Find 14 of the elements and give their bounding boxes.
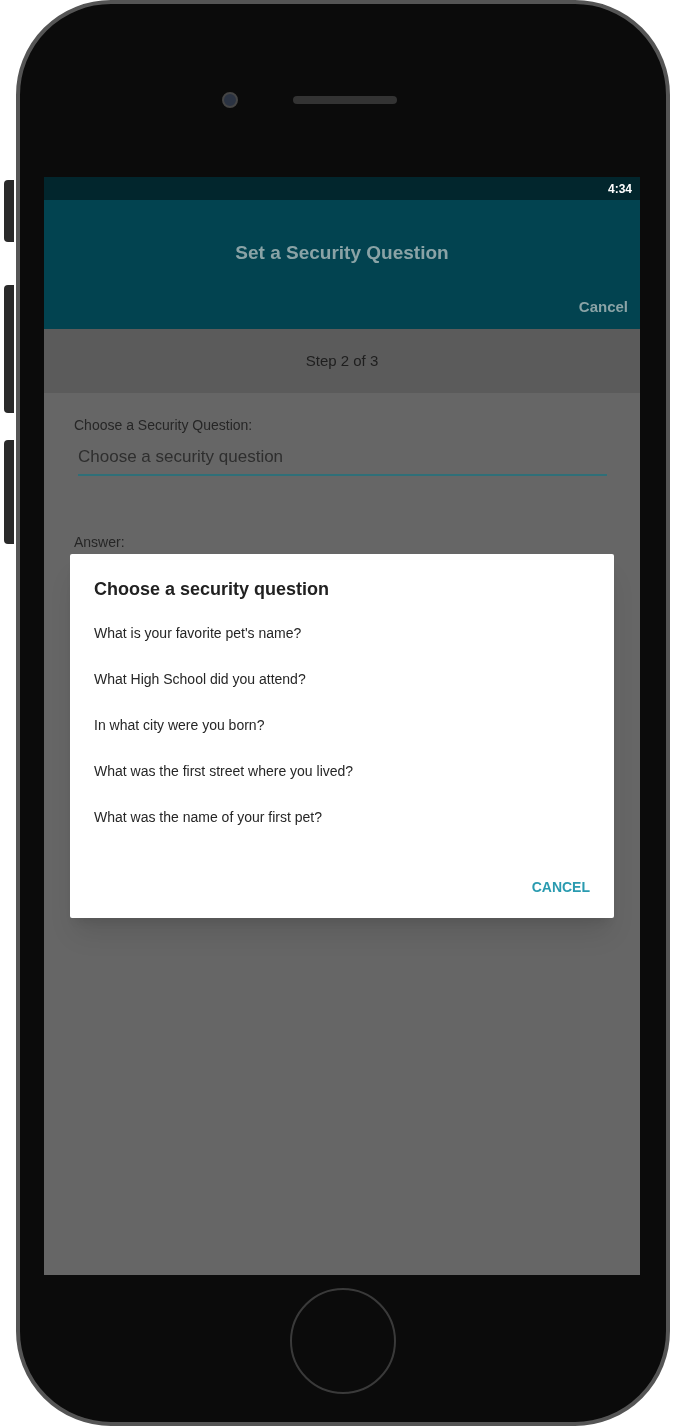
home-button[interactable] [290, 1288, 396, 1394]
dialog-title: Choose a security question [94, 578, 331, 601]
app-bar-title: Set a Security Question [235, 240, 449, 265]
cancel-button[interactable]: Cancel [578, 295, 628, 318]
question-option[interactable]: What was the first street where you lived? [94, 748, 354, 794]
status-time: 4:34 [607, 180, 632, 198]
security-question-field[interactable]: Choose a security question [78, 444, 607, 476]
question-option[interactable]: What is your favorite pet's name? [94, 610, 302, 656]
question-option[interactable]: What was the name of your first pet? [94, 794, 322, 840]
question-option[interactable]: What High School did you attend? [94, 656, 306, 702]
question-option[interactable]: In what city were you born? [94, 702, 265, 748]
field-label: Choose a Security Question: [74, 416, 254, 435]
field-label: Answer: [74, 532, 126, 552]
step-indicator: Step 2 of 3 [305, 350, 379, 371]
